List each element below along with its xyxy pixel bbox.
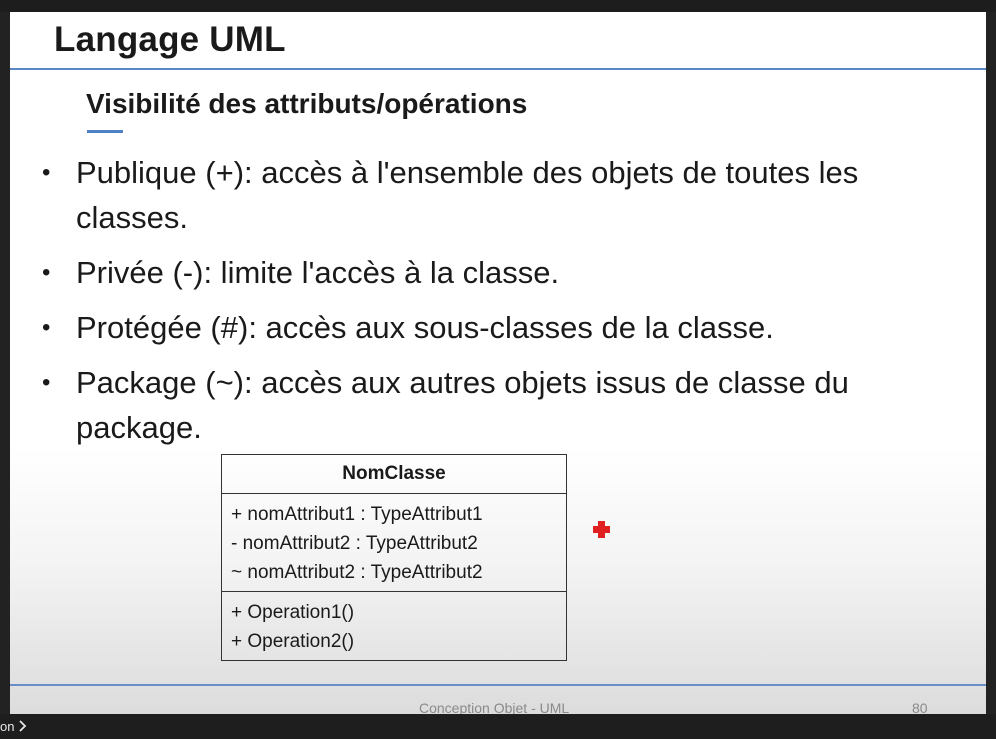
uml-operation: + Operation1(): [231, 602, 355, 623]
bullet-list: • Publique (+): accès à l'ensemble des o…: [40, 150, 960, 460]
bullet-dot: •: [42, 369, 51, 396]
player-corner-control[interactable]: on: [0, 719, 28, 734]
player-corner-text: on: [0, 719, 15, 734]
bullet-item-protegee: • Protégée (#): accès aux sous-classes d…: [40, 305, 960, 350]
uml-class-name: NomClasse: [222, 455, 566, 494]
bullet-dot: •: [42, 159, 51, 186]
slide-title: Langage UML: [54, 20, 286, 59]
video-frame: Langage UML Visibilité des attributs/opé…: [0, 0, 996, 739]
title-divider: [10, 68, 986, 70]
uml-attribute: + nomAttribut1 : TypeAttribut1: [231, 504, 483, 525]
uml-attribute: ~ nomAttribut2 : TypeAttribut2: [231, 562, 483, 583]
bullet-dot: •: [42, 314, 51, 341]
uml-attribute: - nomAttribut2 : TypeAttribut2: [231, 533, 478, 554]
chevron-right-icon: [19, 720, 27, 732]
uml-attributes-section: + nomAttribut1 : TypeAttribut1 - nomAttr…: [222, 494, 566, 592]
footer-page-number: 80: [912, 700, 928, 714]
bullet-text: Package (~): accès aux autres objets iss…: [76, 365, 849, 445]
bullet-item-publique: • Publique (+): accès à l'ensemble des o…: [40, 150, 960, 240]
slide-subtitle: Visibilité des attributs/opérations: [86, 88, 528, 119]
bullet-item-privee: • Privée (-): limite l'accès à la classe…: [40, 250, 960, 295]
footer-divider: [10, 684, 986, 686]
bullet-item-package: • Package (~): accès aux autres objets i…: [40, 360, 960, 450]
uml-class-diagram: NomClasse + nomAttribut1 : TypeAttribut1…: [221, 454, 567, 661]
bullet-text: Privée (-): limite l'accès à la classe.: [76, 255, 560, 290]
subtitle-accent-bar: [87, 130, 123, 133]
uml-operations-section: + Operation1() + Operation2(): [222, 592, 566, 660]
top-letterbox: [0, 0, 996, 12]
footer-course-title: Conception Objet - UML: [419, 700, 570, 714]
red-laser-pointer-icon: [593, 521, 610, 538]
bottom-letterbox: [0, 714, 996, 739]
bullet-text: Protégée (#): accès aux sous-classes de …: [76, 310, 774, 345]
bullet-dot: •: [42, 259, 51, 286]
bullet-text: Publique (+): accès à l'ensemble des obj…: [76, 155, 859, 235]
uml-operation: + Operation2(): [231, 631, 355, 652]
presentation-slide: Langage UML Visibilité des attributs/opé…: [10, 12, 986, 714]
